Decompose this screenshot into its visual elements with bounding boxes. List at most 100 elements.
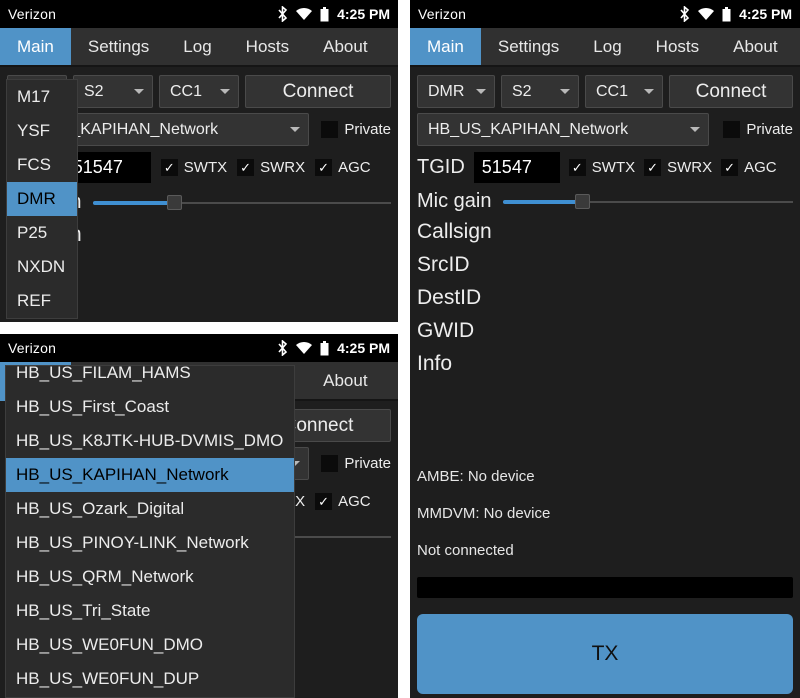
tab-bar: Main Settings Log Hosts About [410, 28, 800, 67]
slider-knob[interactable] [574, 194, 590, 209]
swtx-checkbox[interactable]: ✓ SWTX [160, 159, 228, 176]
chevron-down-icon [134, 89, 144, 94]
wifi-icon [295, 341, 313, 355]
private-checkbox[interactable]: ✓ Private [321, 121, 391, 138]
tab-settings[interactable]: Settings [481, 28, 576, 65]
level-meter [417, 577, 793, 598]
host-option[interactable]: HB_US_Tri_State [6, 594, 294, 628]
cc-select[interactable]: CC1 [585, 75, 663, 108]
host-row: HB_US_KAPIHAN_Network ✓ Private [417, 113, 793, 146]
status-bar-clock: 4:25 PM [337, 340, 390, 356]
connection-status: Not connected [417, 542, 514, 559]
ambe-status: AMBE: No device [417, 468, 535, 485]
host-option-selected[interactable]: HB_US_KAPIHAN_Network [6, 458, 294, 492]
tab-about[interactable]: About [306, 28, 384, 65]
callsign-label: Callsign [417, 220, 492, 243]
mic-gain-slider[interactable] [503, 191, 793, 213]
mode-option[interactable]: YSF [7, 114, 77, 148]
mode-select-value: DMR [428, 82, 465, 100]
swtx-label: SWTX [183, 159, 228, 176]
tab-about[interactable]: About [306, 362, 384, 399]
swrx-checkbox[interactable]: ✓ SWRX [237, 159, 305, 176]
mode-option[interactable]: FCS [7, 148, 77, 182]
tab-bar: Main Settings Log Hosts About [0, 28, 398, 67]
carrier-label: Verizon [8, 340, 57, 356]
system-icons [277, 6, 329, 22]
host-option[interactable]: HB_US_K8JTK-HUB-DVMIS_DMO [6, 424, 294, 458]
system-icons [679, 6, 731, 22]
host-option[interactable]: HB_US_WE0FUN_DUP [6, 662, 294, 696]
mode-option-selected[interactable]: DMR [7, 182, 77, 216]
tab-hosts[interactable]: Hosts [229, 28, 306, 65]
host-option[interactable]: HB_US_WE0FUN_DMO [6, 628, 294, 662]
host-select-value: HB_US_KAPIHAN_Network [428, 120, 629, 138]
host-dropdown-list[interactable]: HB_US_FILAM_HAMS HB_US_First_Coast HB_US… [5, 365, 295, 698]
chevron-down-icon [290, 127, 301, 132]
status-bar: Verizon 4:25 PM [0, 0, 398, 28]
mode-dropdown-list[interactable]: M17 YSF FCS DMR P25 NXDN REF [6, 79, 78, 319]
checkbox-box: ✓ [721, 159, 739, 176]
slider-knob[interactable] [166, 195, 182, 210]
tgid-label: TGID [417, 156, 465, 178]
panel-right: Verizon 4:25 PM Main Settings Log Hosts … [410, 0, 800, 698]
mic-gain-slider[interactable] [93, 192, 391, 214]
host-option[interactable]: HB_US_FILAM_HAMS [6, 366, 294, 390]
host-option[interactable]: HB_US_Ozark_Digital [6, 492, 294, 526]
status-bar-clock: 4:25 PM [739, 6, 792, 22]
cc-select[interactable]: CC1 [159, 75, 239, 108]
private-checkbox[interactable]: ✓ Private [723, 121, 793, 138]
tab-log[interactable]: Log [166, 28, 228, 65]
tab-main[interactable]: Main [410, 28, 481, 65]
swrx-label: SWRX [260, 159, 306, 176]
agc-checkbox[interactable]: ✓ AGC [315, 159, 371, 176]
swtx-checkbox[interactable]: ✓ SWTX [568, 159, 636, 176]
slot-select-value: S2 [512, 82, 532, 100]
checkbox-box: ✓ [315, 493, 333, 510]
host-option[interactable]: HB_US_PINOY-LINK_Network [6, 526, 294, 560]
status-section: AMBE: No device MMDVM: No device Not con… [417, 468, 793, 694]
checkbox-box: ✓ [160, 159, 178, 176]
tx-button[interactable]: TX [417, 614, 793, 694]
agc-checkbox[interactable]: ✓ AGC [315, 493, 371, 510]
mode-option[interactable]: NXDN [7, 250, 77, 284]
private-checkbox[interactable]: ✓ Private [321, 455, 391, 472]
tab-about[interactable]: About [716, 28, 794, 65]
host-select[interactable]: HB_US_KAPIHAN_Network [417, 113, 710, 146]
wifi-icon [295, 7, 313, 21]
mode-select[interactable]: DMR [417, 75, 495, 108]
mode-row: DMR S2 CC1 Connect [417, 75, 793, 108]
slider-fill [503, 199, 582, 204]
checkbox-box: ✓ [568, 159, 586, 176]
slot-select[interactable]: S2 [501, 75, 579, 108]
cc-select-value: CC1 [170, 82, 203, 100]
chevron-down-icon [220, 89, 230, 94]
host-option[interactable]: HB_US_QRM_Network [6, 560, 294, 594]
agc-label: AGC [744, 159, 777, 176]
checkbox-box: ✓ [315, 159, 333, 176]
host-option[interactable]: HB_US_First_Coast [6, 390, 294, 424]
mic-gain-row: Mic gain [417, 190, 793, 213]
host-dropdown-scroll[interactable]: HB_US_FILAM_HAMS HB_US_First_Coast HB_US… [6, 366, 294, 696]
connect-button[interactable]: Connect [245, 75, 391, 108]
tgid-input[interactable]: 51547 [473, 152, 560, 183]
bluetooth-icon [679, 6, 690, 22]
swtx-label: SWTX [591, 159, 636, 176]
carrier-label: Verizon [8, 6, 57, 22]
mode-option[interactable]: M17 [7, 80, 77, 114]
carrier-label: Verizon [418, 6, 467, 22]
mode-option[interactable]: P25 [7, 216, 77, 250]
tab-log[interactable]: Log [576, 28, 638, 65]
system-icons [277, 340, 329, 356]
slot-select[interactable]: S2 [73, 75, 153, 108]
tab-main[interactable]: Main [0, 28, 71, 65]
checkbox-box: ✓ [723, 121, 741, 138]
agc-checkbox[interactable]: ✓ AGC [721, 159, 777, 176]
mode-option[interactable]: REF [7, 284, 77, 318]
swrx-checkbox[interactable]: ✓ SWRX [644, 159, 712, 176]
main-form-right: DMR S2 CC1 Connect HB_US_KAPIHAN_Network [410, 67, 800, 376]
tab-hosts[interactable]: Hosts [639, 28, 716, 65]
connect-button[interactable]: Connect [669, 75, 793, 108]
tab-settings[interactable]: Settings [71, 28, 166, 65]
chevron-down-icon [644, 89, 654, 94]
cc-select-value: CC1 [596, 82, 629, 100]
